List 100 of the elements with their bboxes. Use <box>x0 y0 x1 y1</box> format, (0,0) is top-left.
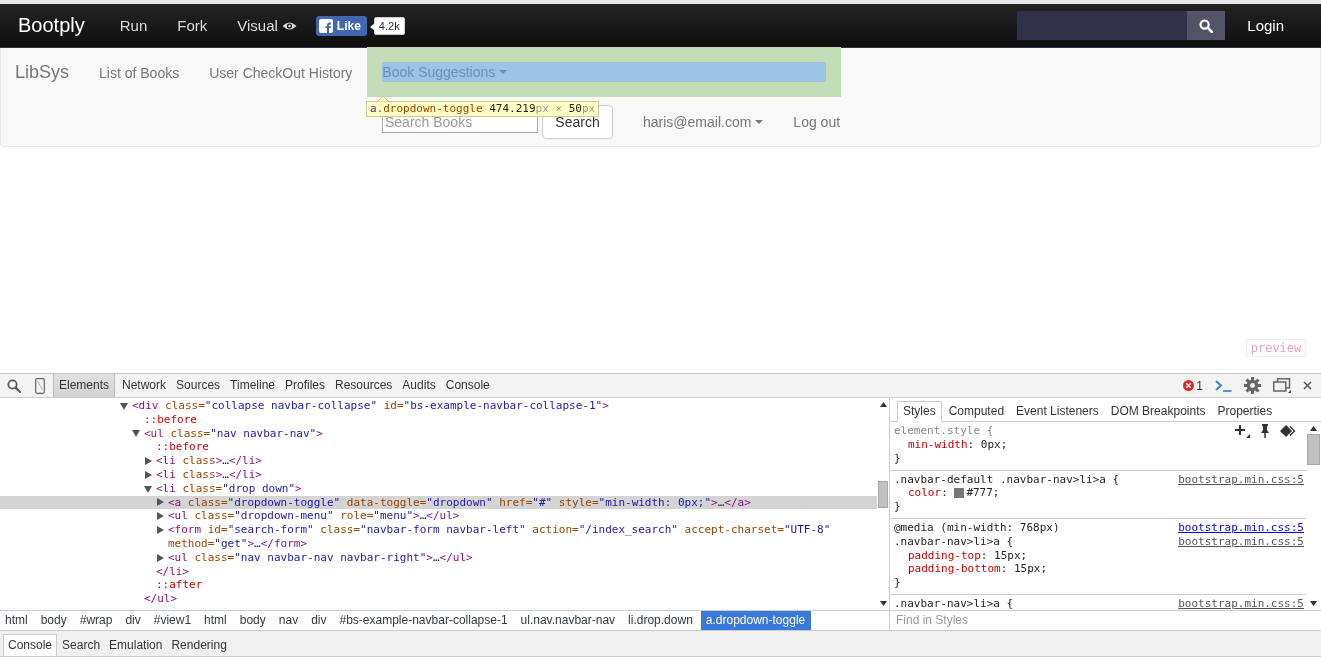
expand-triangle-icon[interactable] <box>156 526 164 535</box>
filter-field[interactable]: Find in Styles <box>890 610 1321 629</box>
dom-node-markup: <li class>…</li> <box>156 454 263 468</box>
dom-tree-row[interactable]: ::after <box>0 578 877 593</box>
breadcrumb[interactable]: #view1 <box>148 611 198 630</box>
brand-link[interactable]: Bootply <box>0 14 85 37</box>
login-link[interactable]: Login <box>1247 17 1284 34</box>
sidebar-tab[interactable]: Event Listeners <box>1011 402 1104 421</box>
sidebar-tab[interactable]: Computed <box>943 402 1010 421</box>
user-menu-link[interactable]: haris@email.com <box>628 113 779 130</box>
logout-link[interactable]: Log out <box>778 113 856 130</box>
devtools-tab[interactable]: Network <box>119 374 170 397</box>
devtools-tab[interactable]: Elements <box>53 374 116 397</box>
expand-triangle-icon[interactable] <box>144 470 152 479</box>
scrollbar-thumb[interactable] <box>878 481 888 508</box>
sidebar-tab[interactable]: DOM Breakpoints <box>1105 402 1211 421</box>
drawer-tab[interactable]: Search <box>58 635 105 656</box>
breadcrumb[interactable]: #wrap <box>74 611 119 630</box>
source-link[interactable]: bootstrap.min.css:5 <box>1178 472 1304 487</box>
devtools-tab[interactable]: Resources <box>332 374 396 397</box>
dom-tree-row[interactable]: </li> <box>0 564 877 579</box>
like-button[interactable]: Like <box>315 15 367 36</box>
css-declaration: padding-top: 15px; <box>907 548 1029 563</box>
scroll-up-icon[interactable] <box>1310 426 1317 431</box>
color-swatch[interactable] <box>954 488 965 499</box>
css-declaration: color: #777; <box>907 486 1001 501</box>
breadcrumb[interactable]: nav <box>273 611 305 630</box>
brand-link[interactable]: LibSys <box>1 48 85 97</box>
dom-tree-row[interactable]: <form id="search-form" class="navbar-form navbar-left" action="/index_search" accept-charset="UTF-8" method="get">…</form> <box>0 523 877 551</box>
search-button[interactable] <box>1187 11 1226 40</box>
collapse-triangle-icon[interactable] <box>120 401 128 410</box>
scroll-up-icon[interactable] <box>879 402 887 407</box>
dom-tree-row[interactable]: <ul class="dropdown-menu" role="menu">…</ul> <box>0 509 877 524</box>
eye-icon <box>281 20 297 31</box>
search-field[interactable] <box>1017 11 1188 40</box>
devtools-tab[interactable]: Audits <box>399 374 439 397</box>
nav-link[interactable]: User CheckOut History <box>194 48 368 97</box>
toggle-state-icon[interactable] <box>1280 425 1296 437</box>
expand-triangle-icon[interactable] <box>156 553 164 562</box>
breadcrumb[interactable]: html <box>0 611 34 630</box>
nav-link[interactable]: Run <box>104 17 163 34</box>
expand-triangle-icon[interactable] <box>156 512 164 521</box>
scrollbar-thumb[interactable] <box>1307 434 1320 465</box>
dock-icon[interactable] <box>1273 378 1291 393</box>
dom-tree-row[interactable]: <ul class="nav navbar-nav"> <box>0 426 877 441</box>
dom-tree-row[interactable]: <div class="collapse navbar-collapse" id="bs-example-navbar-collapse-1"> <box>0 399 877 413</box>
closing-brace: } <box>894 576 902 590</box>
css-selector: .navbar-nav>li>a { <box>894 534 1014 549</box>
breadcrumb[interactable]: li.drop.down <box>623 611 699 630</box>
breadcrumb[interactable]: #bs-example-navbar-collapse-1 <box>334 611 514 630</box>
sidebar-tab[interactable]: Properties <box>1212 402 1278 421</box>
nav-link[interactable]: Visual <box>222 17 312 34</box>
collapse-triangle-icon[interactable] <box>144 484 152 493</box>
close-icon[interactable] <box>1303 381 1312 390</box>
devtools-tab[interactable]: Console <box>442 374 493 397</box>
search-icon[interactable] <box>7 378 21 393</box>
devtools-tab[interactable]: Sources <box>173 374 224 397</box>
caret-icon <box>499 70 508 74</box>
breadcrumb[interactable]: div <box>120 611 147 630</box>
dom-node-markup: <div class="collapse navbar-collapse" id="bs-example-navbar-collapse-1"> <box>132 399 610 413</box>
css-selector: .navbar-default .navbar-nav>li>a { <box>894 472 1120 487</box>
dom-tree-row[interactable]: ::before <box>0 440 877 455</box>
expand-triangle-icon[interactable] <box>156 498 164 507</box>
dom-tree-row[interactable]: <a class="dropdown-toggle" data-toggle="dropdown" href="#" style="min-width: 0px;">…</a> <box>0 495 877 510</box>
nav-link[interactable]: Fork <box>162 17 223 34</box>
console-prompt-icon[interactable] <box>1215 379 1232 392</box>
breadcrumb[interactable]: a.dropdown-toggle <box>700 611 812 630</box>
dom-node-markup: ::before <box>156 440 210 455</box>
nav-link[interactable]: List of Books <box>84 48 195 97</box>
drawer-tab[interactable]: Console <box>3 634 58 656</box>
dom-tree-row[interactable]: <li class>…</li> <box>0 454 877 468</box>
pin-icon[interactable] <box>1260 424 1270 438</box>
dom-node-markup: <ul class="nav navbar-nav navbar-right">…</ul> <box>168 550 474 565</box>
source-link[interactable]: bootstrap.min.css:5 <box>1178 534 1304 549</box>
css-selector: element.style { <box>894 424 994 438</box>
dom-tree-row[interactable]: <li class>…</li> <box>0 468 877 482</box>
breadcrumb[interactable]: body <box>234 611 272 630</box>
source-link[interactable]: bootstrap.min.css:5 <box>1178 521 1304 535</box>
devtools-tab[interactable]: Profiles <box>282 374 328 397</box>
scroll-down-icon[interactable] <box>879 601 887 606</box>
dom-tree-row[interactable]: </ul> <box>0 592 877 606</box>
drawer-tab[interactable]: Rendering <box>167 635 231 656</box>
breadcrumb[interactable]: ul.nav.navbar-nav <box>515 611 622 630</box>
dom-tree-row[interactable]: <ul class="nav navbar-nav navbar-right">…</ul> <box>0 550 877 565</box>
expand-triangle-icon[interactable] <box>144 457 152 466</box>
dom-tree-row[interactable]: <li class="drop down"> <box>0 481 877 496</box>
sidebar-tab[interactable]: Styles <box>897 401 942 422</box>
dom-tree-row[interactable]: ::before <box>0 412 877 427</box>
source-link[interactable]: bootstrap.min.css:5 <box>1178 596 1304 610</box>
phone-icon[interactable] <box>35 377 45 394</box>
f-logo-icon <box>318 18 333 33</box>
settings-icon[interactable] <box>1244 377 1261 394</box>
collapse-triangle-icon[interactable] <box>132 429 140 438</box>
breadcrumb[interactable]: body <box>35 611 73 630</box>
devtools-tab[interactable]: Timeline <box>227 374 278 397</box>
drawer-tab[interactable]: Emulation <box>105 635 167 656</box>
css-selector: @media (min-width: 768px) <box>894 521 1060 535</box>
scroll-down-icon[interactable] <box>1310 601 1317 606</box>
breadcrumb[interactable]: html <box>199 611 233 630</box>
breadcrumb[interactable]: div <box>306 611 333 630</box>
